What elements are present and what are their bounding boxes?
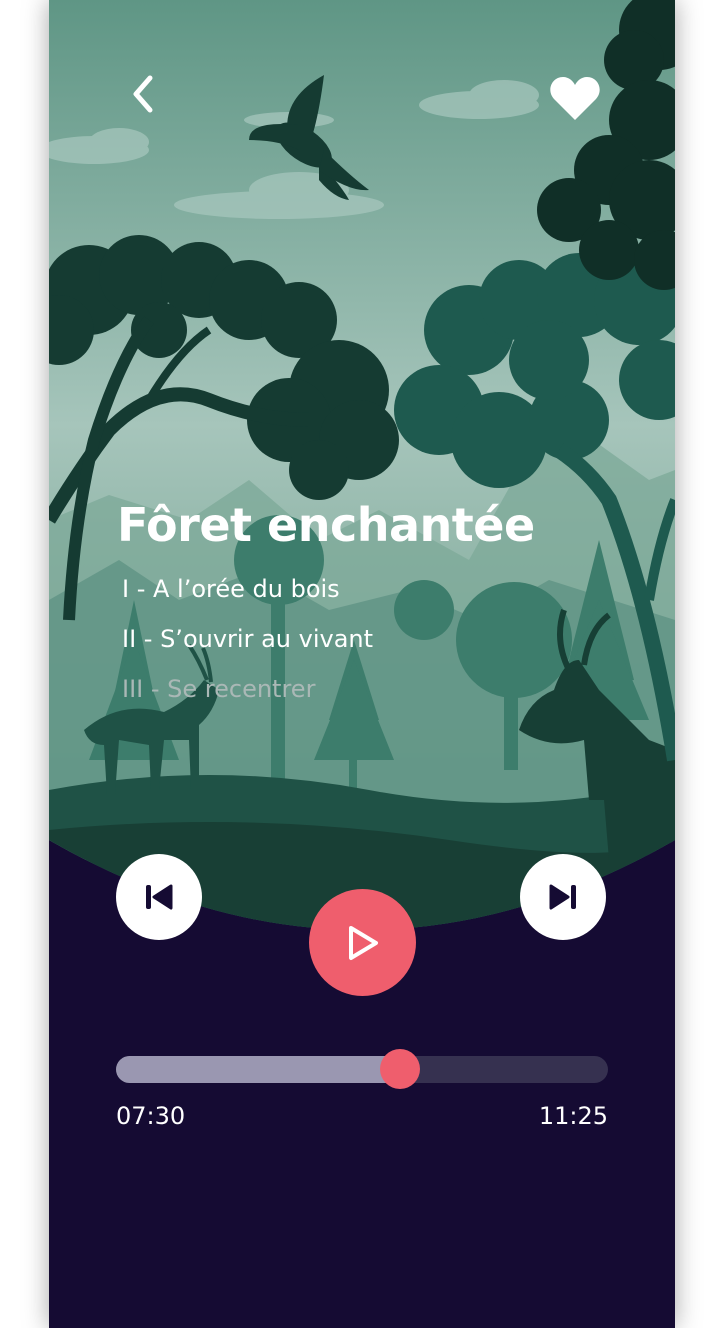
forest-illustration <box>49 0 675 945</box>
heart-icon <box>550 77 600 120</box>
play-icon <box>348 925 378 960</box>
play-button[interactable] <box>309 889 416 996</box>
back-button[interactable] <box>121 72 165 116</box>
next-button[interactable] <box>520 854 606 940</box>
chapter-item-3[interactable]: III - Se recentrer <box>122 674 315 704</box>
skip-next-icon <box>549 884 576 910</box>
previous-button[interactable] <box>116 854 202 940</box>
elapsed-time: 07:30 <box>116 1102 186 1130</box>
total-time: 11:25 <box>538 1102 608 1130</box>
chapter-item-1[interactable]: I - A l’orée du bois <box>122 574 340 604</box>
track-title: Fôret enchantée <box>117 498 535 552</box>
progress-bar[interactable] <box>116 1049 608 1089</box>
player-screen: Fôret enchantée I - A l’orée du bois II … <box>49 0 675 1328</box>
chapter-item-2[interactable]: II - S’ouvrir au vivant <box>122 624 373 654</box>
chevron-left-icon <box>133 75 153 113</box>
favorite-button[interactable] <box>547 72 603 126</box>
progress-fill <box>116 1056 400 1083</box>
skip-previous-icon <box>146 884 173 910</box>
progress-knob[interactable] <box>379 1049 420 1089</box>
